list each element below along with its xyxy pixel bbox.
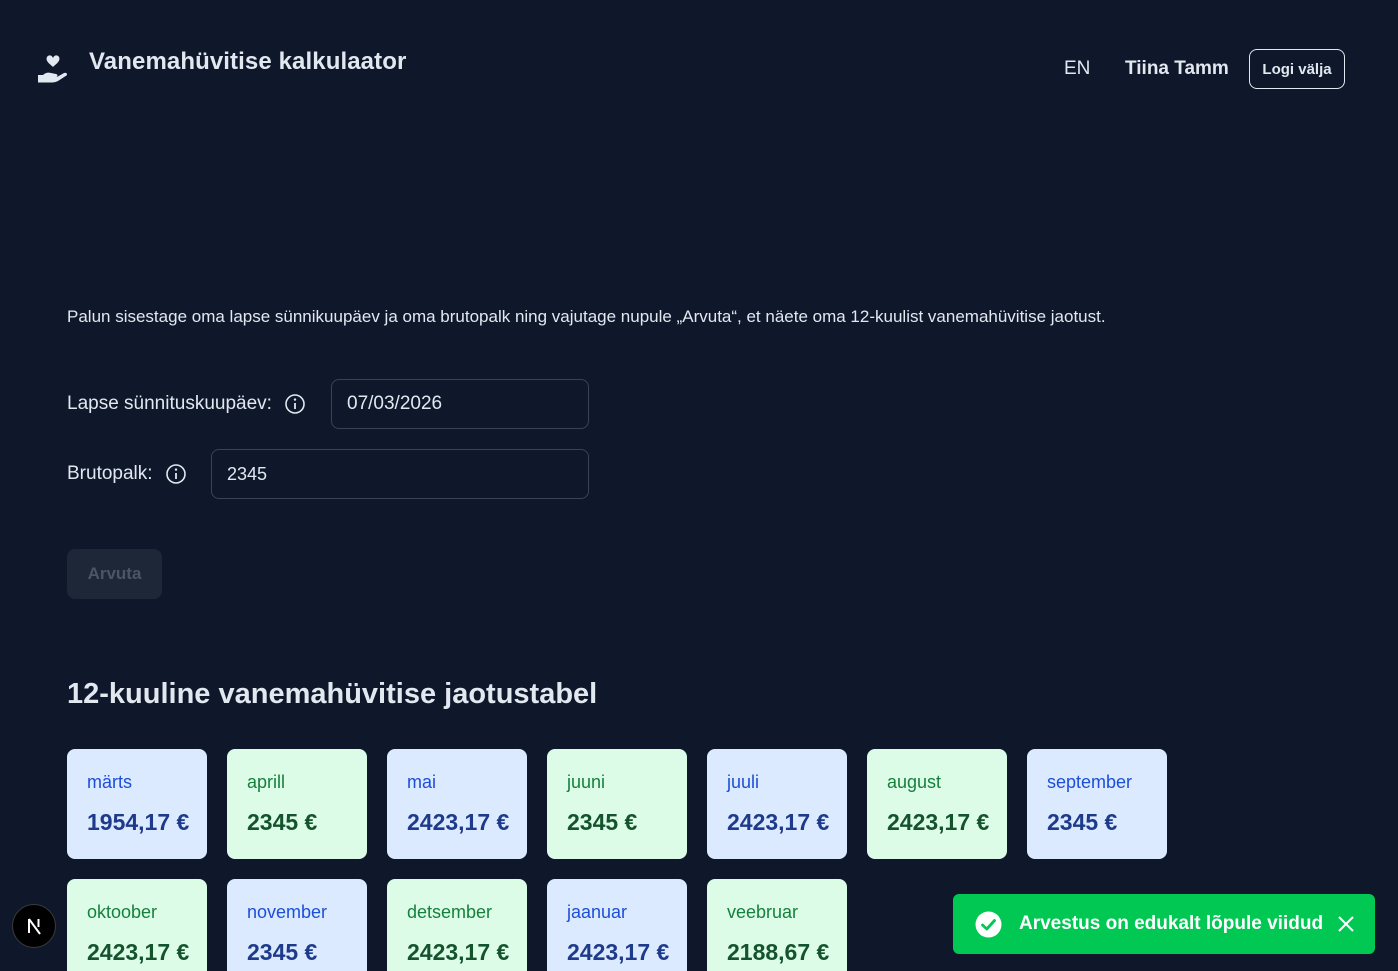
salary-row: Brutopalk: [67, 463, 187, 485]
salary-input[interactable] [211, 449, 589, 499]
month-name: detsember [407, 902, 493, 922]
birthdate-input[interactable] [331, 379, 589, 429]
intro-text: Palun sisestage oma lapse sünnikuupäev j… [67, 307, 1106, 326]
month-name: mai [407, 772, 437, 792]
language-switch[interactable]: EN [1064, 58, 1090, 80]
month-name: aprill [247, 772, 286, 792]
month-name: juuni [567, 772, 606, 792]
month-name: veebruar [727, 902, 799, 922]
month-card: veebruar 2188,67 € [707, 879, 847, 971]
month-card: juuni 2345 € [547, 749, 687, 859]
nextjs-logo-icon [28, 918, 41, 935]
month-name: jaanuar [567, 902, 628, 922]
app-header: Vanemahüvitise kalkulaator EN Tiina Tamm… [0, 0, 1398, 130]
month-amount: 2423,17 € [407, 939, 510, 965]
month-amount: 2423,17 € [727, 809, 830, 835]
month-card: märts 1954,17 € [67, 749, 207, 859]
check-circle-icon [975, 911, 1002, 938]
month-amount: 2423,17 € [887, 809, 990, 835]
month-card: mai 2423,17 € [387, 749, 527, 859]
month-amount: 2423,17 € [567, 939, 670, 965]
month-card: november 2345 € [227, 879, 367, 971]
month-name: juuli [727, 772, 760, 792]
birthdate-row: Lapse sünnituskuupäev: [67, 393, 306, 415]
page: Vanemahüvitise kalkulaator EN Tiina Tamm… [0, 0, 1398, 971]
month-name: august [887, 772, 942, 792]
month-name: märts [87, 772, 132, 792]
month-card: aprill 2345 € [227, 749, 367, 859]
month-amount: 2345 € [567, 809, 638, 835]
month-card: detsember 2423,17 € [387, 879, 527, 971]
month-card: juuli 2423,17 € [707, 749, 847, 859]
month-amount: 2423,17 € [87, 939, 190, 965]
app-title: Vanemahüvitise kalkulaator [89, 48, 407, 75]
nextjs-dev-badge[interactable] [12, 904, 56, 948]
info-circle-icon[interactable] [284, 393, 306, 415]
section-title: 12-kuuline vanemahüvitise jaotustabel [67, 678, 598, 710]
toast-message: Arvestus on edukalt lõpule viidud [1019, 913, 1324, 934]
birthdate-label: Lapse sünnituskuupäev: [67, 393, 272, 414]
month-name: oktoober [87, 902, 158, 922]
month-name: november [247, 902, 328, 922]
calculate-button[interactable]: Arvuta [67, 549, 162, 599]
month-card: august 2423,17 € [867, 749, 1007, 859]
hand-heart-icon [38, 55, 68, 83]
month-card: jaanuar 2423,17 € [547, 879, 687, 971]
month-amount: 2345 € [247, 809, 318, 835]
month-amount: 2188,67 € [727, 939, 830, 965]
user-name: Tiina Tamm [1125, 58, 1229, 79]
salary-label: Brutopalk: [67, 463, 153, 484]
info-circle-icon[interactable] [165, 463, 187, 485]
close-icon[interactable] [1337, 915, 1355, 933]
month-card: september 2345 € [1027, 749, 1167, 859]
success-toast: Arvestus on edukalt lõpule viidud [953, 894, 1375, 954]
month-amount: 2345 € [1047, 809, 1118, 835]
logout-button[interactable]: Logi välja [1249, 49, 1345, 89]
month-name: september [1047, 772, 1133, 792]
month-amount: 2423,17 € [407, 809, 510, 835]
month-amount: 2345 € [247, 939, 318, 965]
month-card: oktoober 2423,17 € [67, 879, 207, 971]
month-amount: 1954,17 € [87, 809, 190, 835]
